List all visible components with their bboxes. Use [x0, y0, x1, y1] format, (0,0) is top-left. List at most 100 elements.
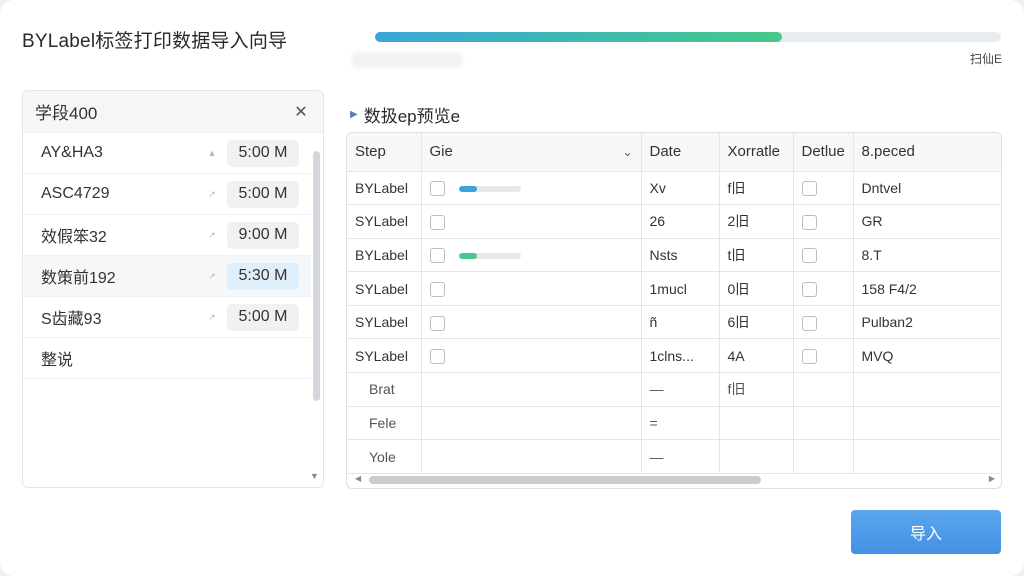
cell-date: Xv: [641, 171, 720, 206]
table-row[interactable]: SYLabel 1clns... 4A MVQ: [347, 338, 1001, 374]
detlue-checkbox[interactable]: [801, 248, 817, 264]
table-row[interactable]: Yole —: [347, 439, 1001, 474]
window-title: BYLabel标签打印数据导入向导: [22, 31, 288, 52]
col-header-detlue[interactable]: Detlue: [793, 133, 854, 172]
cell-speced: GR: [853, 204, 1001, 239]
cell-date: —: [641, 439, 720, 474]
table-row[interactable]: BYLabel Xv f旧 Dntvel: [347, 171, 1001, 206]
row-checkbox[interactable]: [429, 315, 445, 331]
list-scrollbar-thumb[interactable]: [313, 151, 320, 401]
time-chip[interactable]: 5:00 M: [227, 303, 299, 331]
row-progress-fill: [458, 252, 478, 259]
cell-speced: [853, 372, 1001, 407]
scroll-down-icon[interactable]: ▼: [310, 471, 319, 481]
col-header-gie[interactable]: Gie ⌄: [421, 133, 642, 172]
sort-arrow-icon: ↗: [208, 311, 216, 322]
cell-speced: [853, 439, 1001, 474]
list-header-title: 学段400: [35, 104, 98, 123]
cell-gie: [421, 171, 642, 206]
cell-xorratle: 4A: [719, 338, 794, 374]
row-checkbox[interactable]: [429, 281, 445, 297]
cell-xorratle: t旧: [719, 238, 794, 273]
sort-arrow-icon: ▲: [207, 148, 217, 158]
cell-gie: [421, 406, 642, 441]
import-button[interactable]: 导入: [851, 510, 1001, 554]
scroll-right-icon[interactable]: ▶: [989, 474, 995, 483]
list-item[interactable]: 效假笨32 ↗ 9:00 M: [23, 215, 311, 256]
detlue-checkbox[interactable]: [801, 214, 817, 230]
cell-gie: [421, 372, 642, 407]
table-row[interactable]: Brat — f旧: [347, 372, 1001, 407]
col-header-date[interactable]: Date: [641, 133, 720, 172]
list-item[interactable]: ASC4729 ↗ 5:00 M: [23, 174, 311, 215]
scroll-left-icon[interactable]: ◀: [355, 474, 361, 483]
row-progress-bar: [458, 185, 521, 192]
cell-detlue: [793, 406, 854, 441]
row-checkbox[interactable]: [429, 181, 445, 197]
cell-date: Nsts: [641, 238, 720, 273]
cell-xorratle: f旧: [719, 372, 794, 407]
cell-step: Yole: [347, 439, 422, 474]
detlue-checkbox[interactable]: [801, 315, 817, 331]
row-checkbox[interactable]: [429, 214, 445, 230]
row-checkbox[interactable]: [429, 349, 445, 365]
cell-speced: Dntvel: [853, 171, 1001, 206]
progress-fill: [375, 32, 782, 42]
cell-gie: [421, 271, 642, 306]
cell-detlue: [793, 171, 854, 206]
time-chip[interactable]: 5:00 M: [227, 180, 299, 208]
data-preview-grid: Step Gie ⌄ Date Xorratle Detlue 8.peced …: [346, 132, 1002, 489]
table-row[interactable]: SYLabel 1mucl 0旧 158 F4/2: [347, 271, 1001, 306]
detlue-checkbox[interactable]: [801, 281, 817, 297]
cell-speced: 8.T: [853, 238, 1001, 273]
list-item[interactable]: AY&HA3 ▲ 5:00 M: [23, 133, 311, 174]
time-chip[interactable]: 5:00 M: [227, 139, 299, 167]
cell-detlue: [793, 439, 854, 474]
grid-horizontal-scrollbar[interactable]: ◀ ▶: [355, 474, 995, 484]
cell-step: BYLabel: [347, 238, 422, 273]
cell-date: —: [641, 372, 720, 407]
cell-date: 1clns...: [641, 338, 720, 374]
cell-gie: [421, 238, 642, 273]
cell-detlue: [793, 372, 854, 407]
list-item-label: 效假笨32: [41, 229, 107, 246]
row-checkbox[interactable]: [429, 248, 445, 264]
chevron-down-icon[interactable]: ⌄: [622, 145, 632, 159]
table-body: BYLabel Xv f旧 Dntvel SYLabel 26 2旧 GR BYLabel Nst…: [347, 171, 1001, 474]
table-row[interactable]: SYLabel ñ 6旧 Pulban2: [347, 305, 1001, 340]
cell-step: SYLabel: [347, 338, 422, 374]
detlue-checkbox[interactable]: [801, 349, 817, 365]
list-item[interactable]: 数策前192 ↗ 5:30 M: [23, 256, 311, 297]
table-row[interactable]: BYLabel Nsts t旧 8.T: [347, 238, 1001, 273]
detlue-checkbox[interactable]: [801, 181, 817, 197]
cell-speced: [853, 406, 1001, 441]
col-header-xorratle[interactable]: Xorratle: [719, 133, 794, 172]
time-chip[interactable]: 5:30 M: [227, 262, 299, 290]
grid-scrollbar-thumb[interactable]: [369, 476, 761, 484]
table-row[interactable]: SYLabel 26 2旧 GR: [347, 204, 1001, 239]
row-progress-fill: [458, 185, 478, 192]
wizard-window: BYLabel标签打印数据导入向导 扫仙E 学段400 ✕ AY&HA3 ▲ 5:0…: [0, 0, 1024, 576]
cell-detlue: [793, 338, 854, 374]
list-item[interactable]: 整说: [23, 338, 311, 379]
sort-arrow-icon: ↗: [208, 270, 216, 281]
cell-step: SYLabel: [347, 204, 422, 239]
cell-xorratle: 2旧: [719, 204, 794, 239]
cell-speced: MVQ: [853, 338, 1001, 374]
cell-xorratle: 0旧: [719, 271, 794, 306]
time-chip[interactable]: 9:00 M: [227, 221, 299, 249]
list-item[interactable]: S齿藏93 ↗ 5:00 M: [23, 297, 311, 338]
cell-date: ñ: [641, 305, 720, 340]
cell-gie: [421, 305, 642, 340]
list-scrollbar[interactable]: ▼: [310, 141, 320, 481]
col-header-step[interactable]: Step: [347, 133, 422, 172]
sort-arrow-icon: ↗: [208, 229, 216, 240]
cell-step: Brat: [347, 372, 422, 407]
close-icon[interactable]: ✕: [291, 102, 311, 122]
col-header-speced[interactable]: 8.peced: [853, 133, 1001, 172]
list-items: AY&HA3 ▲ 5:00 M ASC4729 ↗ 5:00 M 效假笨32 ↗ 9:00 M 数…: [23, 133, 323, 379]
cell-gie: [421, 338, 642, 374]
table-row[interactable]: Fele =: [347, 406, 1001, 441]
cell-xorratle: f旧: [719, 171, 794, 206]
sort-arrow-icon: ↗: [208, 188, 216, 199]
